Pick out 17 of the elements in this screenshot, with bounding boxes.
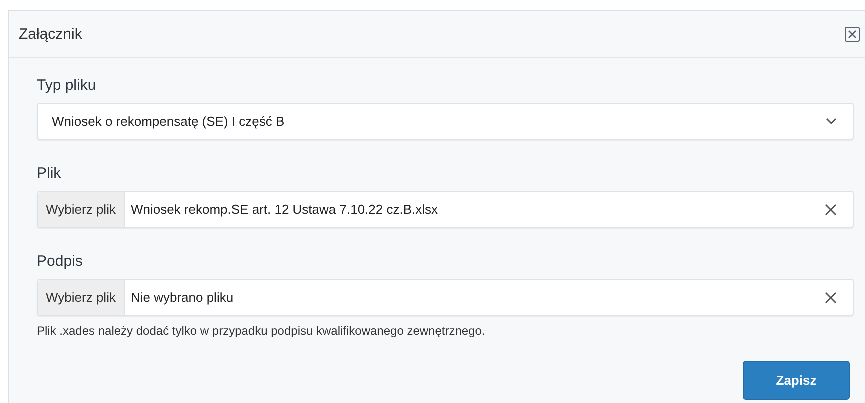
file-type-dropdown[interactable]: Wniosek o rekompensatę (SE) I część B xyxy=(37,103,854,140)
chevron-down-icon[interactable] xyxy=(826,118,837,125)
choose-file-button[interactable]: Wybierz plik xyxy=(38,192,125,227)
choose-file-button[interactable]: Wybierz plik xyxy=(38,280,125,315)
field-label: Typ pliku xyxy=(37,77,98,95)
close-icon[interactable] xyxy=(845,26,860,42)
hint-text: Plik .xades należy dodać tylko w przypadku podpisu kwalifikowanego zewnętrznego. xyxy=(37,324,486,338)
field-label: Podpis xyxy=(37,253,84,271)
file-input[interactable]: Wybierz plik Wniosek rekomp.SE art. 12 Ustawa 7.10.22 cz.B.xlsx xyxy=(37,191,854,228)
dialog-title: Załącznik xyxy=(19,26,82,42)
field-label: Plik xyxy=(37,165,62,183)
save-button[interactable]: Zapisz xyxy=(743,361,850,400)
file-name: Nie wybrano pliku xyxy=(130,290,235,305)
file-name: Wniosek rekomp.SE art. 12 Ustawa 7.10.22 cz.B.xlsx xyxy=(130,202,440,217)
clear-icon[interactable] xyxy=(825,292,837,304)
clear-icon[interactable] xyxy=(825,204,837,216)
file-input[interactable]: Wybierz plik Nie wybrano pliku xyxy=(37,279,854,316)
